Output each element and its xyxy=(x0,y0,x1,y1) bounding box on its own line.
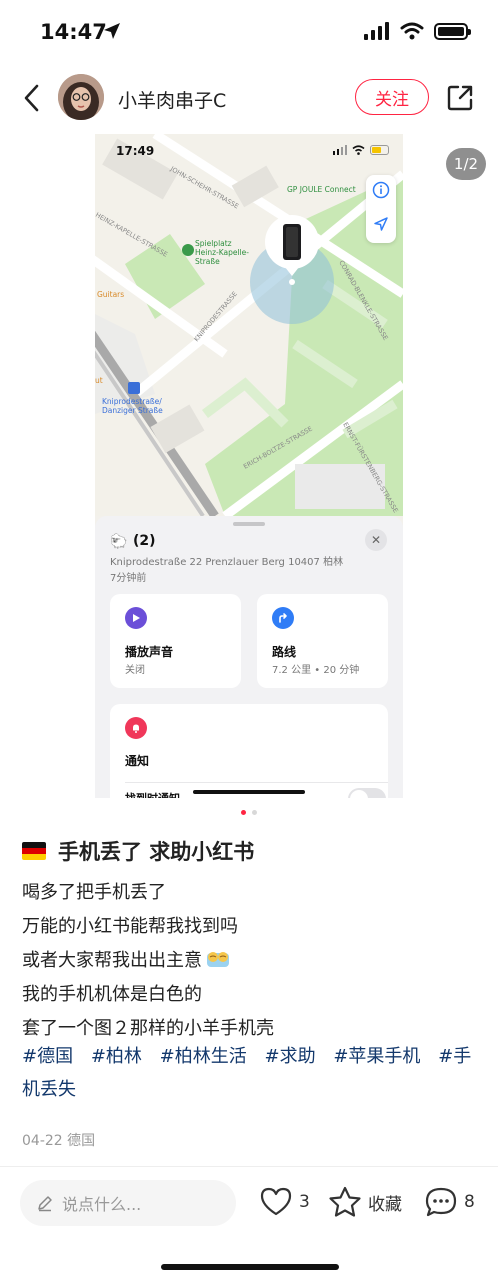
map-poi-label: Guitars xyxy=(97,290,124,299)
germany-flag-icon xyxy=(22,842,46,860)
map-poi-label: Spielplatz xyxy=(195,239,232,248)
post-body-line: 喝多了把手机丢了 xyxy=(22,882,166,903)
heart-icon xyxy=(260,1187,292,1216)
divider xyxy=(0,1166,498,1167)
map-poi-label: Kniprodestraße/ xyxy=(102,397,162,406)
map: JOHN-SCHEHR-STRASSE HEINZ-KAPELLE-STRASS… xyxy=(95,134,403,516)
status-time: 14:47 xyxy=(40,20,107,44)
status-bar: 14:47 xyxy=(0,0,498,64)
device-sheet: 🐑 (2) Kniprodestraße 22 Prenzlauer Berg … xyxy=(95,516,403,798)
carousel-dots xyxy=(0,810,498,815)
pencil-icon xyxy=(38,1196,52,1212)
notify-when-found-label: 找到时通知 xyxy=(125,790,180,798)
tag-link[interactable]: #求助 xyxy=(264,1046,315,1067)
image-carousel[interactable]: JOHN-SCHEHR-STRASSE HEINZ-KAPELLE-STRASS… xyxy=(0,130,498,815)
post-body-line: 或者大家帮我出出主意 xyxy=(22,944,482,978)
divider xyxy=(125,782,388,783)
play-sound-title: 播放声音 xyxy=(125,645,174,659)
tag-link[interactable]: #柏林生活 xyxy=(160,1046,247,1067)
post-body-line: 我的手机机体是白色的 xyxy=(22,984,202,1005)
battery-icon xyxy=(434,22,471,40)
post-title-text: 手机丢了 求助小红书 xyxy=(58,840,255,864)
sheet-grabber[interactable] xyxy=(233,522,265,526)
notify-card: 通知 找到时通知 xyxy=(110,704,388,798)
map-poi-label: Danziger Straße xyxy=(102,406,163,415)
post-body: 喝多了把手机丢了 万能的小红书能帮我找到吗 或者大家帮我出出主意 我的手机机体是… xyxy=(22,876,482,1046)
inner-time: 17:49 xyxy=(116,144,155,158)
laughing-emoji-icon xyxy=(204,947,232,969)
signal-icon xyxy=(364,22,389,40)
map-poi-label: GP JOULE Connect xyxy=(287,185,356,194)
map-poi-label: ut xyxy=(95,376,103,385)
device-updated: 7分钟前 xyxy=(110,573,147,584)
favorite-label: 收藏 xyxy=(368,1194,402,1215)
battery-icon xyxy=(370,145,389,155)
directions-sub: 7.2 公里 • 20 分钟 xyxy=(272,665,360,676)
comment-icon xyxy=(425,1187,457,1217)
directions-icon xyxy=(272,607,294,629)
notify-title: 通知 xyxy=(125,754,150,768)
post-title: 手机丢了 求助小红书 xyxy=(22,836,254,866)
like-button[interactable]: 3 xyxy=(259,1186,310,1218)
star-icon xyxy=(329,1186,361,1217)
post-meta: 04-22 德国 xyxy=(22,1133,96,1149)
wifi-icon xyxy=(352,145,365,155)
page-indicator: 1/2 xyxy=(446,148,486,180)
directions-card[interactable]: 路线 7.2 公里 • 20 分钟 xyxy=(257,594,388,688)
lamb-icon: 🐑 xyxy=(110,534,128,550)
map-poi-label: Straße xyxy=(195,257,220,266)
like-count: 3 xyxy=(299,1192,310,1212)
tag-link[interactable]: #德国 xyxy=(22,1046,73,1067)
bell-icon xyxy=(125,717,147,739)
follow-button[interactable]: 关注 xyxy=(355,79,429,115)
map-controls xyxy=(366,175,396,243)
device-name: (2) xyxy=(133,533,156,549)
post-body-line: 万能的小红书能帮我找到吗 xyxy=(22,916,238,937)
back-icon[interactable] xyxy=(20,82,44,114)
inner-status-bar: 17:49 xyxy=(95,134,403,170)
play-sound-sub: 关闭 xyxy=(125,665,145,676)
inner-home-indicator xyxy=(193,790,305,794)
location-arrow-icon[interactable] xyxy=(372,215,390,233)
comment-input[interactable]: 说点什么... xyxy=(20,1180,236,1226)
username[interactable]: 小羊肉串子C xyxy=(118,86,226,113)
tag-list: #德国 #柏林 #柏林生活 #求助 #苹果手机 #手机丢失 xyxy=(22,1040,482,1106)
comment-button[interactable]: 8 xyxy=(424,1186,475,1218)
close-icon[interactable]: ✕ xyxy=(365,529,387,551)
directions-title: 路线 xyxy=(272,645,297,659)
comment-count: 8 xyxy=(464,1192,475,1212)
map-poi-label: Heinz-Kapelle- xyxy=(195,248,249,257)
carousel-dot[interactable] xyxy=(252,810,257,815)
carousel-dot-active[interactable] xyxy=(241,810,246,815)
signal-icon xyxy=(333,145,347,155)
play-sound-card[interactable]: 播放声音 关闭 xyxy=(110,594,241,688)
device-address: Kniprodestraße 22 Prenzlauer Berg 10407 … xyxy=(110,557,344,568)
info-icon[interactable] xyxy=(372,181,390,199)
location-arrow-icon xyxy=(104,23,120,39)
comment-placeholder: 说点什么... xyxy=(62,1195,142,1214)
avatar[interactable] xyxy=(58,74,104,120)
home-indicator xyxy=(161,1264,339,1270)
post-header: 小羊肉串子C 关注 xyxy=(0,64,498,130)
screenshot-image: JOHN-SCHEHR-STRASSE HEINZ-KAPELLE-STRASS… xyxy=(95,134,403,798)
favorite-button[interactable]: 收藏 xyxy=(328,1186,402,1218)
tag-link[interactable]: #苹果手机 xyxy=(333,1046,420,1067)
wifi-icon xyxy=(400,22,424,40)
share-icon[interactable] xyxy=(446,84,474,112)
play-icon xyxy=(125,607,147,629)
tag-link[interactable]: #柏林 xyxy=(91,1046,142,1067)
notify-when-found-toggle[interactable] xyxy=(348,788,386,798)
